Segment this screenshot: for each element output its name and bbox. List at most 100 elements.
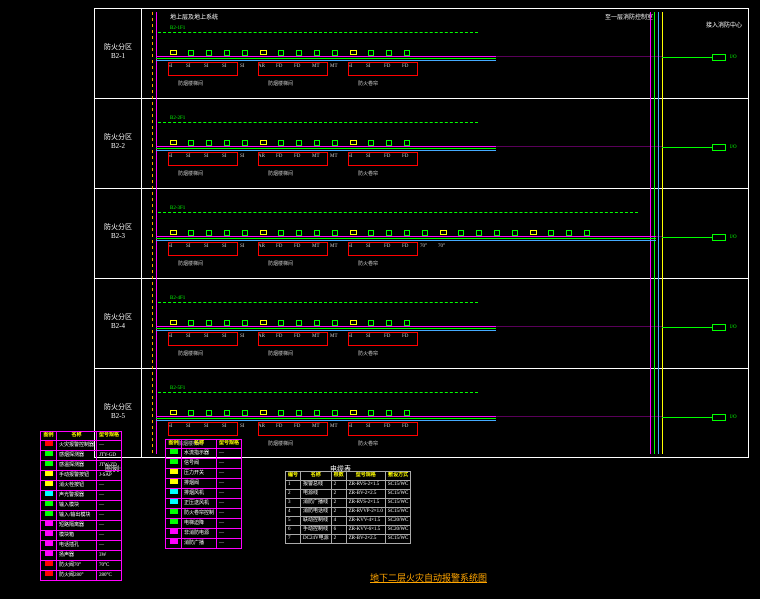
legend-row: 水流指示器— — [166, 449, 242, 459]
cable-no: 3 — [286, 499, 301, 508]
device-tag: MT — [330, 334, 338, 339]
sub-system-box — [348, 62, 418, 76]
legend-name: 非消防电源 — [182, 529, 217, 539]
legend-spec: — — [97, 511, 122, 521]
legend-row: 短路隔离器— — [41, 521, 122, 531]
sub-system-box — [258, 422, 328, 436]
riser-bus — [156, 12, 157, 454]
legend-icon — [166, 489, 182, 499]
device-symbol — [350, 230, 357, 235]
drawing-title: 地下二层火灾自动报警系统图 — [370, 571, 487, 584]
legend-icon — [166, 459, 182, 469]
legend-icon — [41, 481, 57, 491]
zone-bus-grn — [156, 238, 656, 239]
cable-row: 2电源线2ZR-BV-2×2.5SC15/WC — [286, 490, 411, 499]
sub-system-tag: 防烟楼梯间 — [268, 440, 293, 447]
sub-system-box — [168, 62, 238, 76]
legend-spec: — — [217, 529, 242, 539]
device-symbol — [260, 140, 267, 145]
device-tag: MT — [330, 424, 338, 429]
legend-row: 消防广播— — [166, 539, 242, 549]
cable-lay: SC20/WC — [385, 517, 411, 526]
cable-spec: ZR-RVS-2×1.5 — [346, 481, 385, 490]
device-symbol — [440, 230, 447, 235]
right-io-module — [712, 144, 726, 151]
sub-system-tag: 防火卷帘 — [358, 440, 378, 447]
legend-spec: — — [97, 481, 122, 491]
device-symbol — [170, 230, 177, 235]
legend-name: 消火栓按钮 — [57, 481, 97, 491]
legend-spec: J-SAP — [97, 471, 122, 481]
cable-no: 4 — [286, 508, 301, 517]
cable-spec: ZR-RVS-2×1.5 — [346, 499, 385, 508]
legend-icon — [41, 571, 57, 581]
right-io-tag: I/O — [730, 145, 737, 150]
legend-icon — [166, 479, 182, 489]
device-symbol — [350, 410, 357, 415]
legend-name: 模块箱 — [57, 531, 97, 541]
cable-header: 编号 — [286, 472, 301, 481]
cable-name: 报警总线 — [301, 481, 332, 490]
zone-tie-line — [156, 416, 662, 417]
cable-header: 名称 — [301, 472, 332, 481]
device-symbol — [170, 140, 177, 145]
cable-name: 手动控制线 — [301, 526, 332, 535]
legend-name: 排烟风机 — [182, 489, 217, 499]
legend-spec: — — [97, 541, 122, 551]
legend-icon — [41, 491, 57, 501]
legend-name: 水流指示器 — [182, 449, 217, 459]
legend-row: 声光警报器— — [41, 491, 122, 501]
zone-tie-line — [156, 326, 662, 327]
right-io-wire — [662, 417, 712, 418]
legend-icon — [166, 469, 182, 479]
legend-spec: — — [217, 539, 242, 549]
cable-name: 消防广播线 — [301, 499, 332, 508]
legend-table-a: 图例名称型号规格火灾报警控制器—感烟探测器JTY-GD感温探测器JTW-ZD手动… — [40, 431, 122, 581]
legend-icon — [41, 451, 57, 461]
legend-row: 正压送风机— — [166, 499, 242, 509]
sub-system-tag: 防火卷帘 — [358, 350, 378, 357]
cable-spec: ZR-RVVP-2×1.0 — [346, 508, 385, 517]
cable-qty: 2 — [331, 481, 346, 490]
zone-box-tag: B2-5F1 — [170, 386, 185, 391]
zone-bus-grn — [156, 328, 496, 329]
legend-row: 防火阀280°280°C — [41, 571, 122, 581]
zone-bus-blu — [156, 150, 496, 151]
cable-row: 3消防广播线2ZR-RVS-2×1.5SC15/WC — [286, 499, 411, 508]
zone-box-tag: B2-2F1 — [170, 116, 185, 121]
device-tag: MT — [330, 154, 338, 159]
legend-row: 手动报警按钮J-SAP — [41, 471, 122, 481]
legend-name: 正压送风机 — [182, 499, 217, 509]
cable-header: 型号规格 — [346, 472, 385, 481]
legend-spec: — — [97, 491, 122, 501]
cable-row: 6手动控制线6ZR-KVV-6×1.5SC20/WC — [286, 526, 411, 535]
right-io-module — [712, 54, 726, 61]
cable-spec: ZR-KVV-4×1.5 — [346, 517, 385, 526]
device-symbol — [350, 140, 357, 145]
legend-icon — [41, 561, 57, 571]
cable-lay: SC15/WC — [385, 490, 411, 499]
legend-row: 信号阀— — [166, 459, 242, 469]
cable-name: 联动控制线 — [301, 517, 332, 526]
device-symbol — [260, 320, 267, 325]
sub-system-tag: 防烟楼梯间 — [268, 170, 293, 177]
legend-row: 消火栓按钮— — [41, 481, 122, 491]
legend-name: 扬声器 — [57, 551, 97, 561]
legend-row: 防火卷帘控制— — [166, 509, 242, 519]
right-io-module — [712, 324, 726, 331]
legend-row: 电梯迫降— — [166, 519, 242, 529]
zone-tie-line — [156, 236, 662, 237]
legend-row: 模块箱— — [41, 531, 122, 541]
legend-header: 名称 — [182, 440, 217, 449]
cable-row: 5联动控制线4ZR-KVV-4×1.5SC20/WC — [286, 517, 411, 526]
legend-spec: — — [217, 519, 242, 529]
zone-bus-blu — [156, 240, 656, 241]
right-io-tag: I/O — [730, 55, 737, 60]
legend-spec: 280°C — [97, 571, 122, 581]
right-io-wire — [662, 147, 712, 148]
legend-icon — [41, 511, 57, 521]
legend-icon — [166, 449, 182, 459]
legend-icon — [166, 539, 182, 549]
sub-system-tag: 防烟楼梯间 — [268, 260, 293, 267]
sub-system-tag: 防烟楼梯间 — [268, 350, 293, 357]
